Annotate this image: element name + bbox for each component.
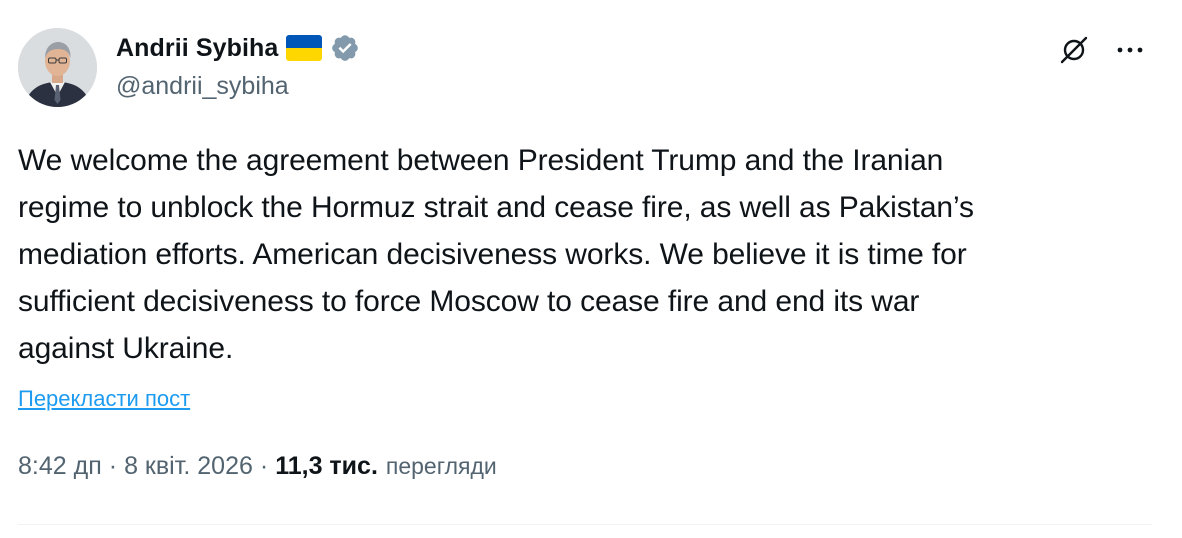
translate-post-link[interactable]: Перекласти пост <box>18 386 190 412</box>
meta-separator: · <box>259 452 269 480</box>
tweet-date[interactable]: 8 квіт. 2026 <box>124 452 253 481</box>
grok-icon <box>1060 36 1088 64</box>
views-label[interactable]: перегляди <box>386 453 497 480</box>
more-options-button[interactable] <box>1108 28 1152 72</box>
more-icon <box>1117 47 1143 53</box>
verified-badge-icon[interactable] <box>330 33 360 63</box>
author-name-row: Andrii Sybiha <box>116 30 360 66</box>
avatar[interactable] <box>18 28 97 107</box>
tweet-meta: 8:42 дп · 8 квіт. 2026 · 11,3 тис. перег… <box>18 452 497 481</box>
tweet-time[interactable]: 8:42 дп <box>18 452 102 481</box>
author-display-name[interactable]: Andrii Sybiha <box>116 34 278 63</box>
tweet-card: Andrii Sybiha @andrii_sybiha We welcome … <box>0 0 1182 538</box>
tweet-text: We welcome the agreement between Preside… <box>18 144 974 365</box>
meta-separator: · <box>108 452 118 480</box>
profile-photo-icon <box>18 28 97 107</box>
views-count[interactable]: 11,3 тис. <box>275 452 378 481</box>
grok-button[interactable] <box>1052 28 1096 72</box>
ukraine-flag-icon <box>286 35 323 61</box>
divider <box>18 524 1152 525</box>
author-handle[interactable]: @andrii_sybiha <box>116 72 289 101</box>
